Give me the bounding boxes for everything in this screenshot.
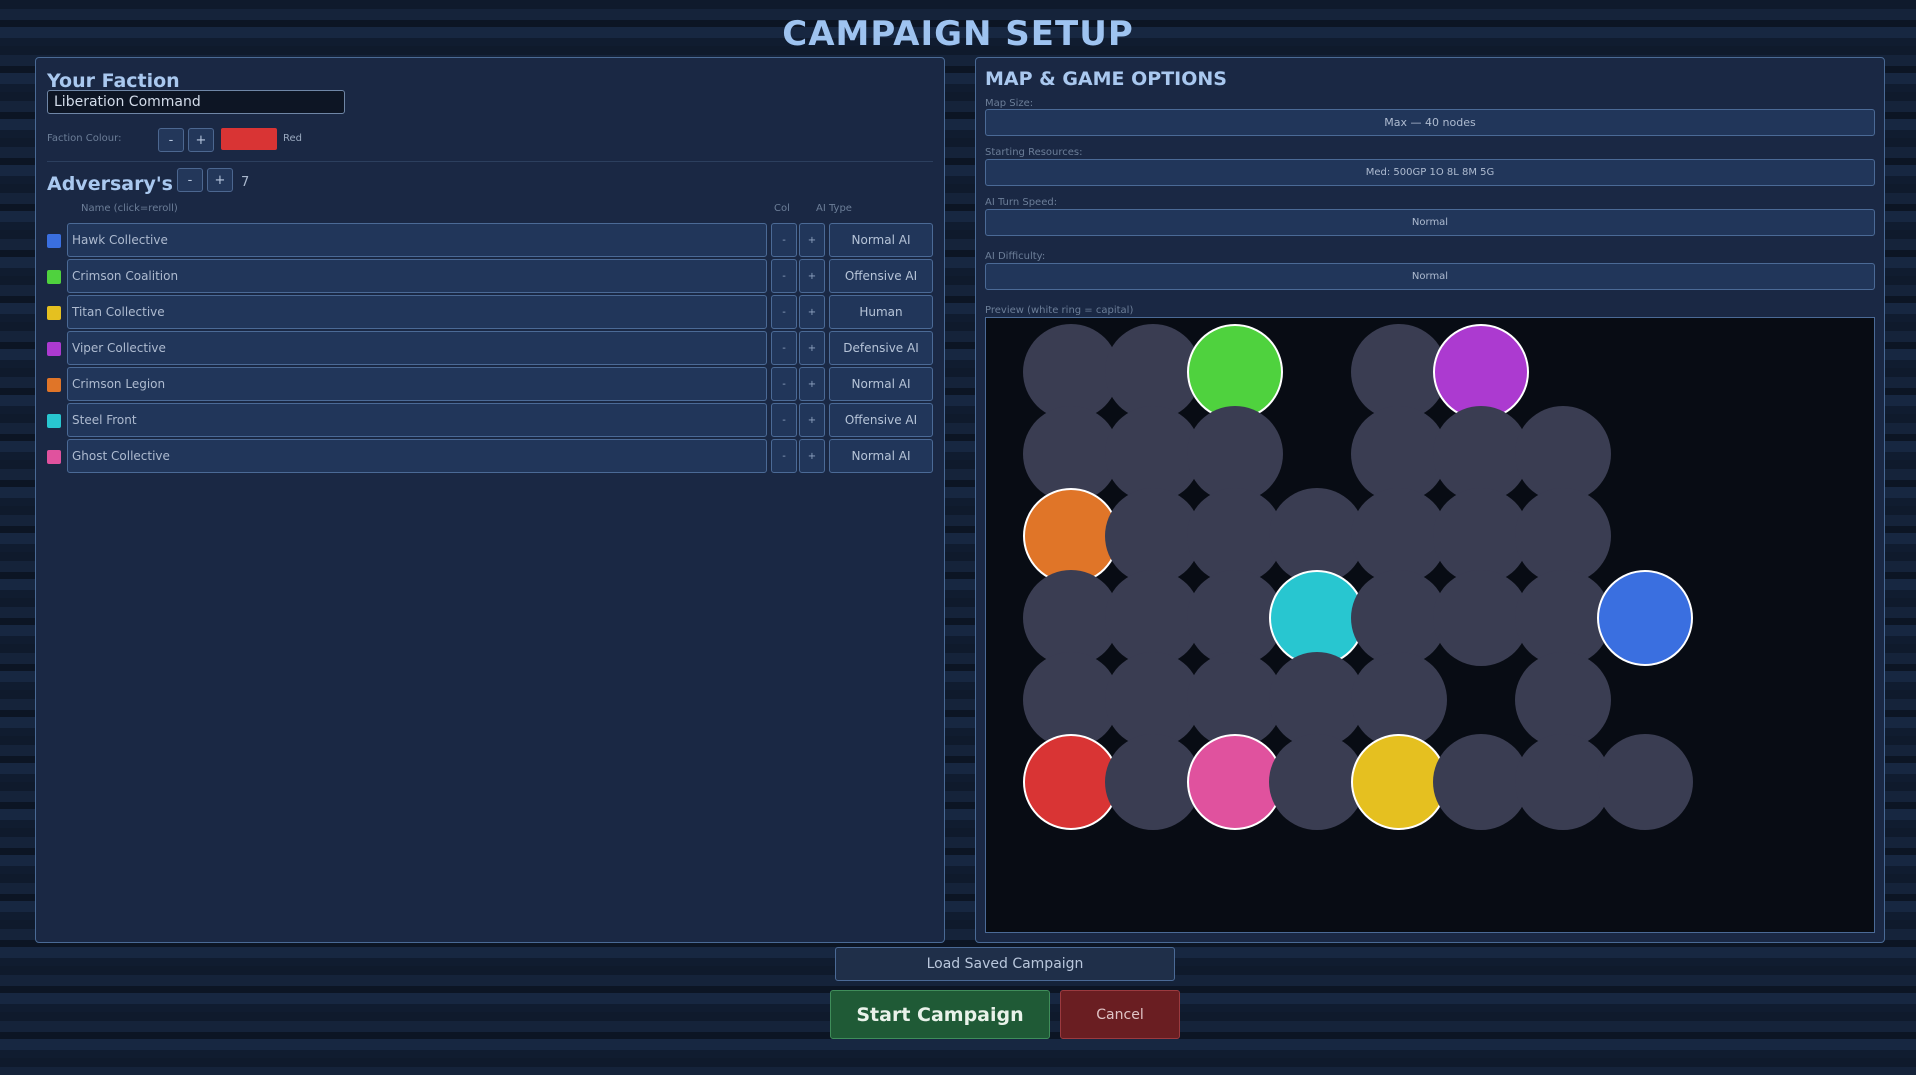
ai-turn-speed-selector[interactable]: Normal	[985, 209, 1875, 236]
adversary-row: Hawk Collective - + Normal AI	[43, 221, 938, 259]
map-preview	[985, 317, 1875, 933]
adversary-ai-type-selector[interactable]: Normal AI	[829, 367, 933, 401]
adversary-ai-type-selector[interactable]: Offensive AI	[829, 403, 933, 437]
adversary-name-field[interactable]: Crimson Legion	[67, 367, 767, 401]
faction-colour-name: Red	[283, 133, 302, 144]
map-node-capital	[1597, 570, 1693, 666]
adversary-row: Crimson Coalition - + Offensive AI	[43, 257, 938, 295]
adversary-name-field[interactable]: Crimson Coalition	[67, 259, 767, 293]
page-title: CAMPAIGN SETUP	[782, 14, 1134, 54]
adversary-colour-next-button[interactable]: +	[799, 439, 825, 473]
map-size-selector[interactable]: Max — 40 nodes	[985, 109, 1875, 136]
adversary-colour-swatch	[47, 414, 61, 428]
column-header-col: Col	[774, 203, 790, 214]
adversary-count-decrease-button[interactable]: -	[177, 168, 203, 192]
adversary-colour-next-button[interactable]: +	[799, 295, 825, 329]
adversary-colour-prev-button[interactable]: -	[771, 331, 797, 365]
adversary-colour-swatch	[47, 450, 61, 464]
adversary-ai-type-selector[interactable]: Normal AI	[829, 223, 933, 257]
adversary-ai-type-selector[interactable]: Human	[829, 295, 933, 329]
adversary-ai-type-selector[interactable]: Offensive AI	[829, 259, 933, 293]
ai-difficulty-label: AI Difficulty:	[985, 251, 1046, 262]
adversary-colour-swatch	[47, 306, 61, 320]
adversary-colour-next-button[interactable]: +	[799, 403, 825, 437]
ai-turn-speed-label: AI Turn Speed:	[985, 197, 1058, 208]
faction-name-input[interactable]	[47, 90, 345, 114]
your-faction-heading: Your Faction	[47, 70, 180, 92]
adversary-row: Ghost Collective - + Normal AI	[43, 437, 938, 475]
adversary-row: Titan Collective - + Human	[43, 293, 938, 331]
adversary-colour-next-button[interactable]: +	[799, 223, 825, 257]
column-header-ai-type: AI Type	[816, 203, 852, 214]
adversary-count-increase-button[interactable]: +	[207, 168, 233, 192]
faction-panel: Your Faction Faction Colour: - + Red Adv…	[35, 57, 945, 943]
adversary-colour-next-button[interactable]: +	[799, 259, 825, 293]
map-options-panel: MAP & GAME OPTIONS Map Size: Max — 40 no…	[975, 57, 1885, 943]
adversary-colour-prev-button[interactable]: -	[771, 403, 797, 437]
section-divider	[47, 161, 933, 162]
adversary-ai-type-selector[interactable]: Defensive AI	[829, 331, 933, 365]
adversary-colour-swatch	[47, 378, 61, 392]
map-options-heading: MAP & GAME OPTIONS	[985, 68, 1227, 90]
faction-colour-prev-button[interactable]: -	[158, 128, 184, 152]
adversaries-heading: Adversary's	[47, 173, 173, 195]
adversary-colour-prev-button[interactable]: -	[771, 439, 797, 473]
adversary-colour-next-button[interactable]: +	[799, 331, 825, 365]
adversary-colour-swatch	[47, 234, 61, 248]
start-campaign-button[interactable]: Start Campaign	[830, 990, 1050, 1039]
adversary-colour-prev-button[interactable]: -	[771, 367, 797, 401]
preview-label: Preview (white ring = capital)	[985, 305, 1134, 316]
column-header-name: Name (click=reroll)	[81, 203, 178, 214]
adversary-name-field[interactable]: Hawk Collective	[67, 223, 767, 257]
adversary-ai-type-selector[interactable]: Normal AI	[829, 439, 933, 473]
ai-difficulty-selector[interactable]: Normal	[985, 263, 1875, 290]
starting-resources-selector[interactable]: Med: 500GP 1O 8L 8M 5G	[985, 159, 1875, 186]
adversary-name-field[interactable]: Steel Front	[67, 403, 767, 437]
adversary-row: Crimson Legion - + Normal AI	[43, 365, 938, 403]
adversary-colour-swatch	[47, 270, 61, 284]
adversary-colour-prev-button[interactable]: -	[771, 223, 797, 257]
adversary-colour-prev-button[interactable]: -	[771, 259, 797, 293]
adversary-colour-swatch	[47, 342, 61, 356]
adversary-row: Steel Front - + Offensive AI	[43, 401, 938, 439]
cancel-button[interactable]: Cancel	[1060, 990, 1180, 1039]
adversary-name-field[interactable]: Ghost Collective	[67, 439, 767, 473]
starting-resources-label: Starting Resources:	[985, 147, 1083, 158]
load-saved-campaign-button[interactable]: Load Saved Campaign	[835, 947, 1175, 981]
faction-colour-next-button[interactable]: +	[188, 128, 214, 152]
adversary-name-field[interactable]: Viper Collective	[67, 331, 767, 365]
faction-colour-swatch	[221, 128, 277, 150]
adversary-colour-next-button[interactable]: +	[799, 367, 825, 401]
adversary-name-field[interactable]: Titan Collective	[67, 295, 767, 329]
adversary-row: Viper Collective - + Defensive AI	[43, 329, 938, 367]
map-size-label: Map Size:	[985, 98, 1034, 109]
map-node	[1597, 734, 1693, 830]
faction-colour-label: Faction Colour:	[47, 133, 122, 144]
adversary-count: 7	[241, 175, 250, 190]
adversary-colour-prev-button[interactable]: -	[771, 295, 797, 329]
